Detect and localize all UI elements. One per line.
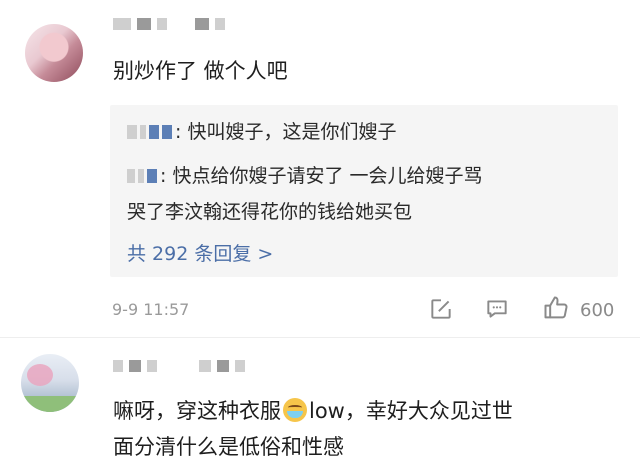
reply-text: : 快叫嫂子，这是你们嫂子	[175, 121, 397, 143]
like-count: 600	[580, 300, 615, 321]
comment-icon[interactable]	[484, 296, 510, 326]
avatar-ground-shape	[21, 396, 79, 412]
reply-username-redacted[interactable]	[127, 122, 175, 144]
comment-text-part-b: low，幸好大众见过世	[309, 399, 513, 423]
face-with-tears-emoji-icon	[283, 398, 307, 422]
reply-username-redacted[interactable]	[127, 166, 160, 188]
avatar-tree-shape	[27, 364, 53, 386]
share-icon[interactable]	[428, 296, 454, 326]
reply-item[interactable]: : 快点给你嫂子请安了 一会儿给嫂子骂	[127, 161, 482, 188]
username-redacted[interactable]	[113, 18, 225, 30]
comment-text: 别炒作了 做个人吧	[113, 59, 288, 83]
comment-text-part-a: 嘛呀，穿这种衣服	[113, 399, 281, 423]
reply-box[interactable]: : 快叫嫂子，这是你们嫂子 : 快点给你嫂子请安了 一会儿给嫂子骂 哭了李汶翰还…	[110, 105, 618, 277]
reply-item[interactable]: : 快叫嫂子，这是你们嫂子	[127, 117, 396, 144]
like-button[interactable]	[542, 294, 570, 326]
divider	[0, 337, 640, 338]
username-redacted[interactable]	[113, 360, 245, 372]
timestamp: 9-9 11:57	[112, 300, 190, 319]
avatar[interactable]	[21, 354, 79, 412]
comment-text-line2: 面分清什么是低俗和性感	[113, 435, 344, 459]
reply-text: : 快点给你嫂子请安了 一会儿给嫂子骂	[160, 165, 483, 187]
reply-text-line2: 哭了李汶翰还得花你的钱给她买包	[127, 201, 413, 223]
thumbs-up-icon	[544, 296, 568, 319]
comment-text-line1: 嘛呀，穿这种衣服 low，幸好大众见过世	[113, 396, 513, 427]
more-replies-link[interactable]: 共 292 条回复 >	[127, 239, 273, 266]
avatar[interactable]	[25, 24, 83, 82]
